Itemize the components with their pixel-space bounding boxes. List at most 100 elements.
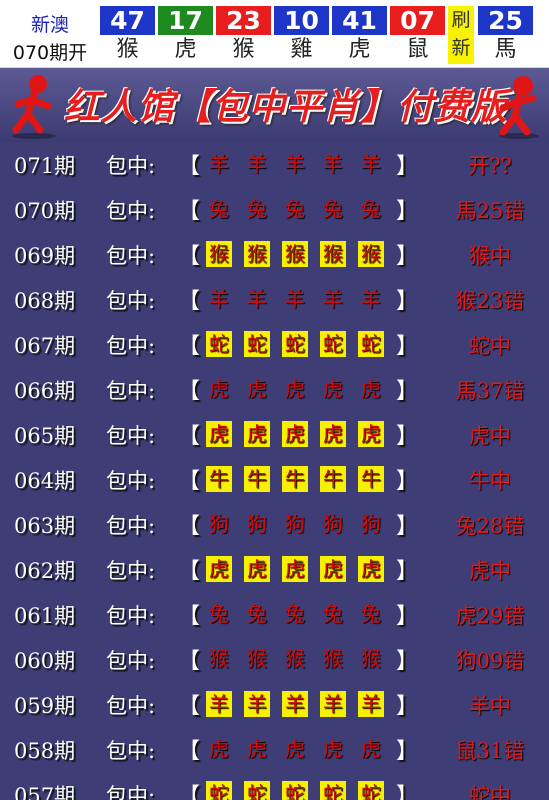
zodiac-pick: 虎 [247,377,267,401]
result-ball: 41 虎 [332,6,387,64]
ball-number: 25 [478,6,533,35]
bracket-open: 【 [178,694,201,719]
prediction-row: 069期 包中: 【猴猴猴猴猴】猴中 [0,232,549,277]
zodiac-pick: 羊 [209,287,229,311]
ball-number: 47 [100,6,155,35]
zodiac-pick: 虎 [361,737,381,761]
issue-number: 057期 [14,784,76,800]
ball-zodiac: 猴 [232,37,255,62]
banner-title: 红人馆【包中平肖】付费版 [64,86,509,128]
ball-number: 10 [274,6,329,35]
bracket-open: 【 [178,604,201,629]
result-status: 牛中 [469,469,511,493]
refresh-label-2: 新 [451,37,471,59]
zodiac-pick: 虎 [244,556,270,582]
refresh-button[interactable]: 刷 新 [448,6,474,64]
zodiac-pick: 猴 [247,647,267,671]
zodiac-pick: 狗 [209,512,229,536]
ball-number: 23 [216,6,271,35]
result-status: 狗09错 [455,649,525,673]
ball-zodiac: 虎 [174,37,197,62]
zodiac-pick: 虎 [320,556,346,582]
draw-issue-label: 070期开 [12,42,88,64]
prediction-label: 包中: [106,379,156,403]
zodiac-pick: 蛇 [358,781,384,800]
zodiac-pick: 猴 [285,647,305,671]
zodiac-pick: 兔 [247,197,267,221]
zodiac-pick: 虎 [282,421,308,447]
prediction-label: 包中: [106,604,156,628]
issue-number: 070期 [14,199,76,223]
bracket-close: 】 [396,244,419,269]
result-status: 猴23错 [455,289,525,313]
bracket-open: 【 [178,469,201,494]
prediction-row: 068期 包中: 【羊羊羊羊羊】猴23错 [0,277,549,322]
zodiac-pick: 虎 [285,377,305,401]
bracket-close: 】 [396,289,419,314]
zodiac-pick: 羊 [361,152,381,176]
zodiac-pick: 虎 [320,421,346,447]
bracket-open: 【 [178,739,201,764]
result-status: 虎中 [469,424,511,448]
zodiac-pick: 蛇 [320,331,346,357]
issue-number: 069期 [14,244,76,268]
zodiac-pick: 虎 [209,737,229,761]
prediction-row: 057期 包中: 【蛇蛇蛇蛇蛇】蛇中 [0,772,549,800]
bracket-close: 】 [396,154,419,179]
ball-zodiac: 馬 [494,37,517,62]
bracket-close: 】 [396,784,419,800]
prediction-label: 包中: [106,154,156,178]
ball-zodiac: 猴 [116,37,139,62]
zodiac-pick: 蛇 [206,781,232,800]
zodiac-pick: 牛 [282,466,308,492]
zodiac-pick: 牛 [206,466,232,492]
zodiac-pick: 羊 [244,691,270,717]
result-ball: 10 雞 [274,6,329,64]
result-ball: 25 馬 [478,6,533,64]
zodiac-pick: 蛇 [320,781,346,800]
prediction-list: 071期 包中: 【羊羊羊羊羊】开?? 070期 包中: 【兔兔兔兔兔】馬25错 069期包… [0,142,549,800]
prediction-label: 包中: [106,334,156,358]
issue-number: 065期 [14,424,76,448]
bracket-close: 】 [396,334,419,359]
issue-number: 059期 [14,694,76,718]
prediction-row: 064期 包中: 【牛牛牛牛牛】牛中 [0,457,549,502]
result-status: 鼠31错 [455,739,525,763]
ball-number: 41 [332,6,387,35]
bracket-open: 【 [178,379,201,404]
bracket-open: 【 [178,334,201,359]
bracket-open: 【 [178,154,201,179]
ball-zodiac: 雞 [290,37,313,62]
zodiac-pick: 羊 [285,152,305,176]
zodiac-pick: 牛 [244,466,270,492]
zodiac-pick: 虎 [358,556,384,582]
bracket-open: 【 [178,514,201,539]
zodiac-pick: 兔 [209,602,229,626]
issue-number: 066期 [14,379,76,403]
prediction-row: 061期 包中: 【兔兔兔兔兔】虎29错 [0,592,549,637]
prediction-label: 包中: [106,514,156,538]
zodiac-pick: 羊 [282,691,308,717]
zodiac-pick: 猴 [206,241,232,267]
result-status: 开?? [468,154,512,178]
zodiac-pick: 虎 [206,556,232,582]
running-man-left-icon [12,75,56,139]
zodiac-pick: 虎 [209,377,229,401]
prediction-label: 包中: [106,424,156,448]
prediction-row: 070期 包中: 【兔兔兔兔兔】馬25错 [0,187,549,232]
zodiac-pick: 虎 [206,421,232,447]
zodiac-pick: 兔 [209,197,229,221]
result-ball: 47 猴 [100,6,155,64]
result-status: 蛇中 [469,334,511,358]
banner: 红人馆【包中平肖】付费版 [0,68,549,142]
zodiac-pick: 羊 [285,287,305,311]
bracket-close: 】 [396,469,419,494]
zodiac-pick: 羊 [206,691,232,717]
issue-number: 061期 [14,604,76,628]
zodiac-pick: 狗 [323,512,343,536]
running-man-right-icon [499,76,539,139]
bracket-open: 【 [178,289,201,314]
bracket-open: 【 [178,559,201,584]
bracket-close: 】 [396,199,419,224]
prediction-label: 包中: [106,469,156,493]
